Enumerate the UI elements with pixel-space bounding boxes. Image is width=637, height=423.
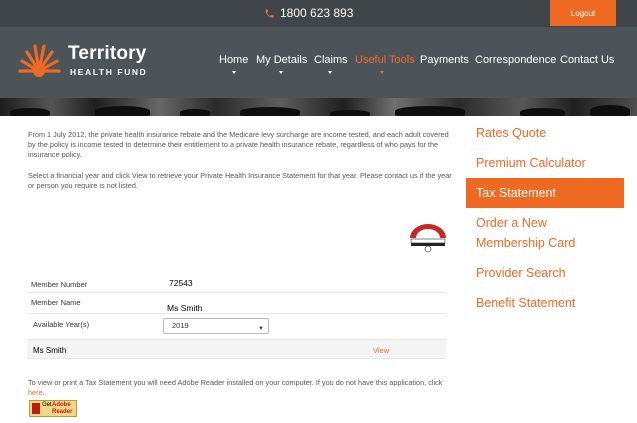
chevron-down-icon bbox=[328, 71, 332, 74]
member-name-label: Member Name bbox=[31, 298, 81, 307]
chevron-down-icon bbox=[232, 71, 236, 74]
nav-payments-label: Payments bbox=[420, 54, 469, 66]
nav-contact-us-label: Contact Us bbox=[560, 54, 615, 66]
nav-claims-label: Claims bbox=[314, 54, 348, 66]
instructions-paragraph: Select a financial year and click View t… bbox=[28, 171, 452, 190]
adobe-reader-note: To view or print a Tax Statement you wil… bbox=[28, 378, 458, 398]
adobe-reader-text: Adobe Reader bbox=[52, 402, 72, 415]
nav-my-details[interactable]: My Details bbox=[256, 54, 308, 74]
nav-payments[interactable]: Payments bbox=[420, 54, 469, 66]
available-years-label: Available Year(s) bbox=[33, 320, 90, 329]
sidebar-item-provider-search[interactable]: Provider Search bbox=[466, 263, 624, 283]
phone-text: 1800 623 893 bbox=[280, 6, 354, 20]
adobe-reader-note-end: . bbox=[42, 388, 45, 397]
nav-home[interactable]: Home bbox=[219, 54, 249, 74]
chevron-down-icon: ▼ bbox=[258, 326, 264, 332]
member-number-row: Member Number 72543 bbox=[27, 275, 446, 293]
nav-correspondence-label: Correspondence bbox=[475, 54, 557, 66]
adobe-reader-note-text: To view or print a Tax Statement you wil… bbox=[28, 378, 443, 387]
sidebar-item-order-membership-card[interactable]: Order a New Membership Card bbox=[466, 213, 576, 253]
main-nav: Home My Details Claims Useful Tools Paym… bbox=[0, 54, 637, 74]
year-select[interactable]: 2019 ▼ bbox=[163, 318, 269, 334]
nav-correspondence[interactable]: Correspondence bbox=[475, 54, 556, 66]
adobe-logo-icon bbox=[32, 403, 40, 414]
view-statement-link[interactable]: View bbox=[373, 346, 389, 355]
phone-number[interactable]: 1800 623 893 bbox=[264, 4, 353, 22]
nav-claims[interactable]: Claims bbox=[314, 54, 348, 74]
nav-contact-us[interactable]: Contact Us bbox=[560, 54, 614, 66]
member-number-label: Member Number bbox=[31, 280, 88, 289]
available-years-row: Available Year(s) 2019 ▼ bbox=[27, 315, 446, 337]
logout-button[interactable]: Logout bbox=[550, 0, 616, 26]
statement-row: Ms Smith View bbox=[27, 339, 446, 359]
sidebar-item-premium-calculator[interactable]: Premium Calculator bbox=[466, 153, 624, 173]
adobe-get-text: Get bbox=[42, 402, 52, 408]
sidebar-item-tax-statement[interactable]: Tax Statement bbox=[466, 178, 624, 208]
nav-home-label: Home bbox=[219, 54, 249, 66]
get-adobe-reader-button[interactable]: Get Adobe Reader bbox=[29, 400, 77, 417]
chevron-down-icon bbox=[380, 71, 384, 74]
nav-useful-tools[interactable]: Useful Tools bbox=[355, 54, 415, 74]
member-name-row: Member Name Ms Smith bbox=[27, 294, 446, 314]
member-number-value: 72543 bbox=[169, 278, 193, 288]
year-select-value: 2019 bbox=[172, 321, 189, 330]
member-name-value: Ms Smith bbox=[167, 303, 203, 313]
site-header: Territory HEALTH FUND Home My Details Cl… bbox=[0, 27, 637, 98]
adobe-download-link[interactable]: here bbox=[28, 388, 43, 397]
phone-icon bbox=[265, 8, 274, 18]
top-bar: 1800 623 893 Logout bbox=[0, 0, 637, 27]
sidebar-item-benefit-statement[interactable]: Benefit Statement bbox=[466, 293, 624, 313]
adobe-brand-text: Adobe bbox=[52, 402, 71, 408]
adobe-reader-word: Reader bbox=[52, 408, 73, 415]
hero-banner-image bbox=[0, 98, 637, 116]
statement-person: Ms Smith bbox=[33, 346, 67, 355]
nav-my-details-label: My Details bbox=[256, 54, 308, 66]
sidebar-item-rates-quote[interactable]: Rates Quote bbox=[466, 123, 624, 143]
nav-useful-tools-label: Useful Tools bbox=[355, 54, 415, 66]
health-fund-seal-icon bbox=[410, 224, 446, 253]
chevron-down-icon bbox=[279, 71, 283, 74]
intro-paragraph: From 1 July 2012, the private health ins… bbox=[28, 130, 449, 159]
